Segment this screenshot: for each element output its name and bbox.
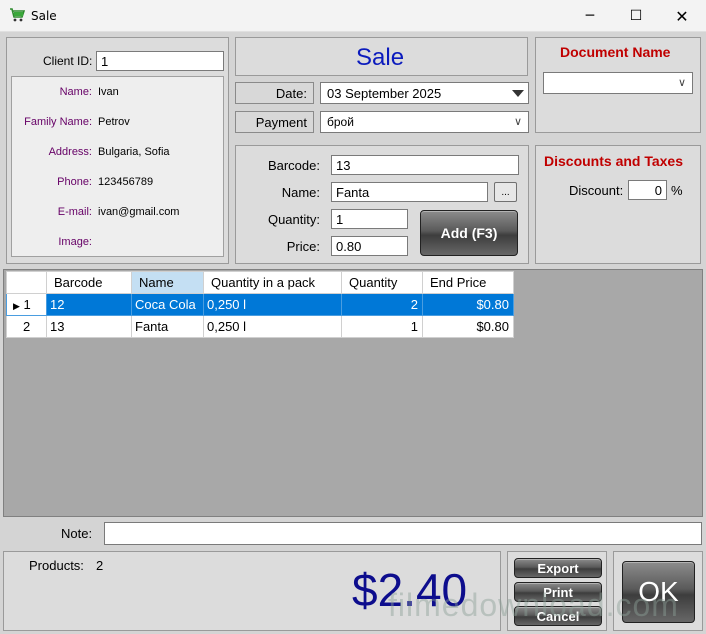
- browse-products-button[interactable]: ...: [494, 182, 517, 202]
- cell-pack[interactable]: 0,250 l: [203, 315, 342, 338]
- client-details-box: Name: Ivan Family Name: Petrov Address: …: [11, 76, 224, 257]
- table-row[interactable]: ▶ 1 12 Coca Cola 0,250 l 2 $0.80: [6, 293, 514, 316]
- export-button[interactable]: Export: [514, 558, 602, 578]
- cell-end-price[interactable]: $0.80: [422, 315, 514, 338]
- cell-quantity[interactable]: 2: [341, 293, 423, 316]
- client-email-value: ivan@gmail.com: [98, 206, 180, 218]
- client-family-name-value: Petrov: [98, 116, 130, 128]
- items-table: Barcode Name Quantity in a pack Quantity…: [6, 271, 514, 338]
- client-id-field[interactable]: 1: [96, 51, 224, 71]
- column-header-quantity[interactable]: Quantity: [341, 271, 423, 294]
- cell-name[interactable]: Coca Cola: [131, 293, 204, 316]
- document-panel: Document Name ∨: [535, 37, 701, 133]
- row-header[interactable]: ▶ 1: [6, 293, 47, 316]
- cell-name[interactable]: Fanta: [131, 315, 204, 338]
- client-name-label: Name:: [59, 86, 92, 98]
- client-area: Client ID: 1 Name: Ivan Family Name: Pet…: [0, 32, 706, 634]
- client-panel: Client ID: 1 Name: Ivan Family Name: Pet…: [6, 37, 229, 264]
- table-row[interactable]: 2 13 Fanta 0,250 l 1 $0.80: [6, 315, 514, 338]
- payment-value: брой: [327, 115, 354, 129]
- watermark: filmedownload.com: [388, 587, 679, 623]
- percent-sign: %: [671, 183, 683, 198]
- date-value: 03 September 2025: [327, 86, 442, 101]
- window-title: Sale: [31, 9, 57, 23]
- dropdown-arrow-icon[interactable]: [512, 90, 524, 97]
- current-row-icon: ▶: [13, 301, 20, 311]
- column-header-name[interactable]: Name: [131, 271, 204, 294]
- chevron-down-icon[interactable]: ∨: [514, 115, 522, 128]
- close-button[interactable]: ✕: [659, 0, 705, 32]
- minimize-button[interactable]: ─: [567, 0, 613, 32]
- row-header[interactable]: 2: [6, 315, 47, 338]
- chevron-down-icon[interactable]: ∨: [678, 76, 686, 89]
- discount-field[interactable]: 0: [628, 180, 667, 200]
- column-header-pack[interactable]: Quantity in a pack: [203, 271, 342, 294]
- row-header-corner: [6, 271, 47, 294]
- discounts-heading: Discounts and Taxes: [544, 153, 684, 169]
- client-family-name-label: Family Name:: [24, 116, 92, 128]
- title-bar: Sale ─ ☐ ✕: [0, 0, 706, 32]
- date-picker[interactable]: 03 September 2025: [320, 82, 529, 104]
- sale-heading: Sale: [356, 44, 405, 71]
- payment-select[interactable]: брой ∨: [320, 111, 529, 133]
- items-grid[interactable]: Barcode Name Quantity in a pack Quantity…: [3, 269, 703, 517]
- cell-barcode[interactable]: 12: [46, 293, 132, 316]
- product-name-field[interactable]: Fanta: [331, 182, 488, 202]
- shopping-cart-icon: [10, 8, 25, 22]
- discount-label: Discount:: [569, 183, 624, 198]
- column-header-barcode[interactable]: Barcode: [46, 271, 132, 294]
- table-header-row: Barcode Name Quantity in a pack Quantity…: [6, 271, 514, 294]
- maximize-button[interactable]: ☐: [613, 0, 659, 32]
- add-button[interactable]: Add (F3): [420, 210, 518, 256]
- client-email-label: E-mail:: [57, 206, 92, 218]
- client-address-label: Address:: [48, 146, 92, 158]
- client-phone-value: 123456789: [98, 176, 154, 188]
- document-name-select[interactable]: ∨: [543, 72, 693, 94]
- cell-quantity[interactable]: 1: [341, 315, 423, 338]
- client-phone-label: Phone:: [57, 176, 92, 188]
- quantity-label: Quantity:: [267, 212, 320, 227]
- products-label: Products:: [29, 558, 84, 573]
- column-header-end-price[interactable]: End Price: [422, 271, 514, 294]
- discounts-panel: Discounts and Taxes Discount: 0 %: [535, 145, 701, 264]
- client-id-label: Client ID:: [43, 54, 93, 68]
- sale-heading-panel: Sale: [235, 37, 528, 76]
- barcode-label: Barcode:: [267, 158, 320, 173]
- payment-label: Payment: [235, 111, 314, 133]
- barcode-field[interactable]: 13: [331, 155, 519, 175]
- product-entry-panel: Barcode: 13 Name: Fanta ... Quantity: 1 …: [235, 145, 529, 264]
- document-name-heading: Document Name: [560, 44, 671, 60]
- client-name-value: Ivan: [98, 86, 119, 98]
- quantity-field[interactable]: 1: [331, 209, 408, 229]
- price-label: Price:: [286, 239, 320, 254]
- note-label: Note:: [61, 526, 93, 541]
- client-address-value: Bulgaria, Sofia: [98, 146, 170, 158]
- price-field[interactable]: 0.80: [331, 236, 408, 256]
- date-label: Date:: [235, 82, 314, 104]
- name-label: Name:: [281, 185, 320, 200]
- cell-end-price[interactable]: $0.80: [422, 293, 514, 316]
- note-field[interactable]: [104, 522, 702, 545]
- products-count: 2: [96, 558, 104, 573]
- cell-barcode[interactable]: 13: [46, 315, 132, 338]
- cell-pack[interactable]: 0,250 l: [203, 293, 342, 316]
- client-image-label: Image:: [58, 236, 92, 248]
